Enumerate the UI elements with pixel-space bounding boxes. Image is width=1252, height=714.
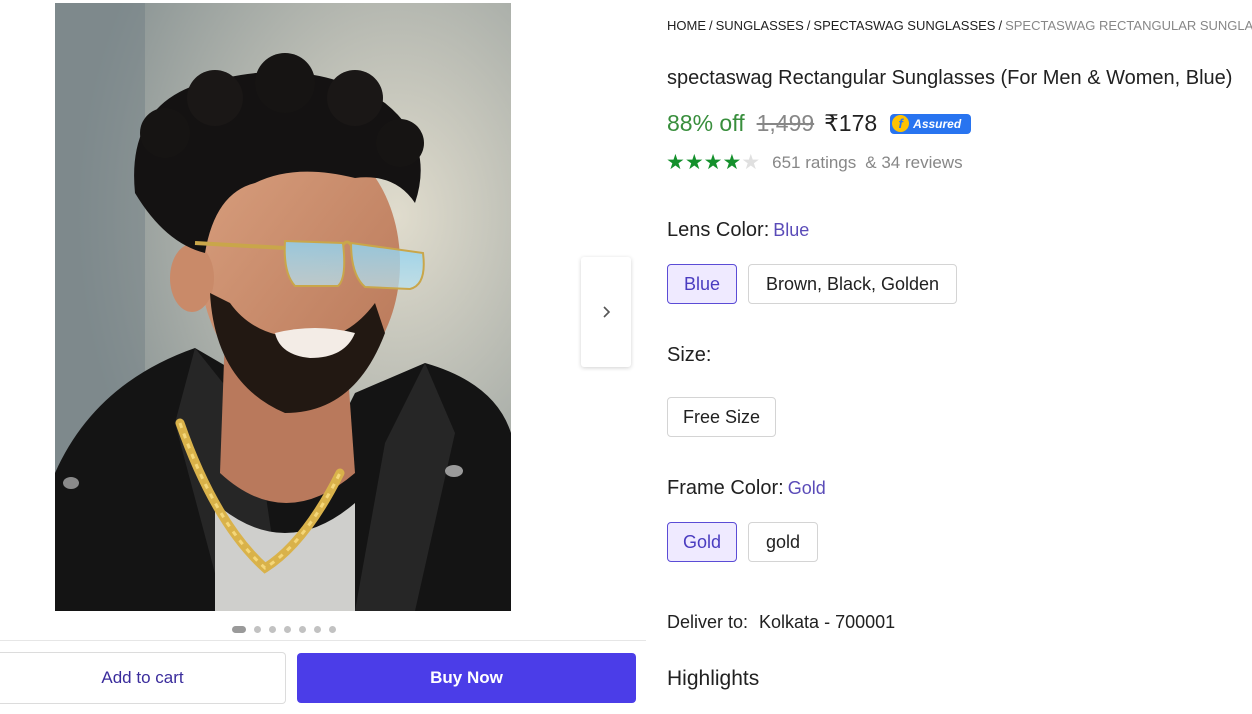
- model-with-sunglasses-photo: [55, 3, 511, 611]
- star-rating: ★ ★ ★ ★ ★: [666, 152, 760, 173]
- price-row: 88% off 1,499 ₹178 f Assured: [667, 110, 972, 137]
- star-filled-icon: ★: [703, 151, 723, 174]
- breadcrumb-home[interactable]: HOME: [667, 18, 706, 33]
- size-option-free-size[interactable]: Free Size: [667, 397, 776, 437]
- ratings-count: 651 ratings: [772, 152, 857, 172]
- carousel-dot[interactable]: [284, 626, 291, 633]
- size-heading: Size:: [667, 344, 711, 367]
- rating-row[interactable]: ★ ★ ★ ★ ★ 651 ratings & 34 reviews: [666, 152, 963, 173]
- breadcrumb: HOME / SUNGLASSES / SPECTASWAG SUNGLASSES / SP…: [667, 18, 1252, 33]
- next-image-button[interactable]: [581, 257, 631, 367]
- lens-color-option-brown-black-golden[interactable]: Brown, Black, Golden: [748, 264, 957, 304]
- flipkart-logo-icon: f: [892, 115, 910, 132]
- star-empty-icon: ★: [741, 151, 761, 174]
- size-label: Size:: [667, 344, 712, 366]
- frame-color-option-gold[interactable]: Gold: [667, 522, 737, 562]
- frame-color-selected: Gold: [787, 478, 826, 498]
- assured-badge: f Assured: [890, 113, 972, 134]
- carousel-dot[interactable]: [254, 626, 261, 633]
- carousel-dot[interactable]: [299, 626, 306, 633]
- highlights-heading: Highlights: [667, 667, 760, 690]
- reviews-count: & 34 reviews: [865, 152, 963, 172]
- divider: [0, 640, 646, 641]
- carousel-dot[interactable]: [232, 626, 246, 633]
- product-image[interactable]: [55, 3, 511, 611]
- delivery-pincode: Kolkata - 700001: [759, 612, 896, 632]
- product-title: spectaswag Rectangular Sunglasses (For M…: [667, 67, 1233, 89]
- frame-color-heading: Frame Color: Gold: [667, 477, 826, 500]
- original-price: 1,499: [756, 110, 815, 136]
- star-filled-icon: ★: [684, 151, 704, 174]
- lens-color-option-blue[interactable]: Blue: [667, 264, 737, 304]
- breadcrumb-current: SPECTASWAG RECTANGULAR SUNGLASSES: [1005, 18, 1252, 33]
- add-to-cart-button[interactable]: Add to cart: [0, 652, 286, 704]
- carousel-dot[interactable]: [269, 626, 276, 633]
- star-filled-icon: ★: [666, 151, 685, 174]
- discount-percent: 88% off: [667, 110, 745, 136]
- breadcrumb-brand[interactable]: SPECTASWAG SUNGLASSES: [813, 18, 995, 33]
- star-filled-icon: ★: [722, 151, 742, 174]
- assured-label: Assured: [913, 116, 962, 131]
- delivery-location[interactable]: Deliver to: Kolkata - 700001: [667, 612, 895, 633]
- breadcrumb-separator: /: [998, 18, 1003, 33]
- lens-color-heading: Lens Color: Blue: [667, 219, 809, 242]
- buy-now-button[interactable]: Buy Now: [297, 653, 636, 703]
- breadcrumb-sunglasses[interactable]: SUNGLASSES: [716, 18, 804, 33]
- frame-color-option-gold-lowercase[interactable]: gold: [748, 522, 818, 562]
- breadcrumb-separator: /: [806, 18, 811, 33]
- selling-price: ₹178: [824, 110, 878, 136]
- chevron-right-icon: [603, 306, 611, 318]
- image-carousel-dots: [232, 626, 336, 633]
- deliver-to-label: Deliver to:: [667, 612, 749, 632]
- carousel-dot[interactable]: [329, 626, 336, 633]
- breadcrumb-separator: /: [709, 18, 713, 33]
- frame-color-label: Frame Color:: [667, 477, 784, 499]
- lens-color-label: Lens Color:: [667, 219, 770, 241]
- carousel-dot[interactable]: [314, 626, 321, 633]
- lens-color-selected: Blue: [773, 220, 810, 240]
